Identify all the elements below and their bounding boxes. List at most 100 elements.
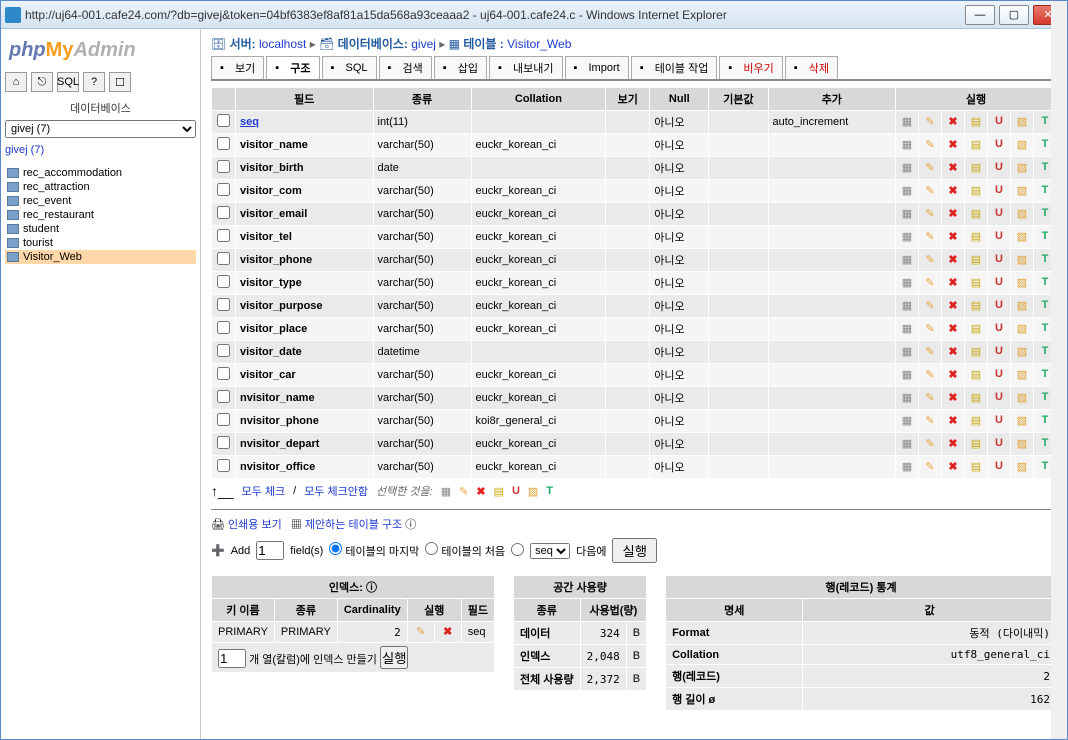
sidebar-table-rec_attraction[interactable]: rec_attraction [5,180,196,194]
browse-icon[interactable] [900,437,914,451]
row-checkbox[interactable] [217,459,230,472]
fulltext-icon[interactable] [1038,299,1052,313]
primary-selected-icon[interactable] [494,485,504,498]
edit-icon[interactable] [923,207,937,221]
edit-icon[interactable] [923,437,937,451]
index-icon[interactable] [1015,276,1029,290]
tab-삽입[interactable]: ▪삽입 [434,56,487,79]
index-icon[interactable] [1015,138,1029,152]
browse-icon[interactable] [900,345,914,359]
drop-icon[interactable] [946,207,960,221]
sidebar-table-rec_accommodation[interactable]: rec_accommodation [5,166,196,180]
browse-icon[interactable] [900,414,914,428]
edit-icon[interactable] [923,276,937,290]
exit-icon[interactable]: ⎋ [31,72,53,92]
tab-테이블 작업[interactable]: ▪테이블 작업 [631,56,718,79]
index-icon[interactable] [1015,460,1029,474]
sidebar-table-tourist[interactable]: tourist [5,236,196,250]
index-icon[interactable] [1015,299,1029,313]
browse-icon[interactable] [900,391,914,405]
index-drop-icon[interactable] [441,625,455,639]
tab-비우기[interactable]: ▪비우기 [719,56,782,79]
fulltext-icon[interactable] [1038,345,1052,359]
drop-icon[interactable] [946,115,960,129]
row-checkbox[interactable] [217,367,230,380]
unique-icon[interactable] [992,460,1006,474]
unique-icon[interactable] [992,115,1006,129]
unique-icon[interactable] [992,391,1006,405]
drop-icon[interactable] [946,253,960,267]
drop-icon[interactable] [946,391,960,405]
row-checkbox[interactable] [217,390,230,403]
docs-icon[interactable]: ? [83,72,105,92]
index-edit-icon[interactable] [414,625,428,639]
edit-icon[interactable] [923,299,937,313]
edit-icon[interactable] [923,414,937,428]
edit-icon[interactable] [923,115,937,129]
browse-icon[interactable] [900,207,914,221]
index-selected-icon[interactable] [528,485,538,498]
index-icon[interactable] [1015,230,1029,244]
row-checkbox[interactable] [217,114,230,127]
drop-icon[interactable] [946,414,960,428]
unique-icon[interactable] [992,414,1006,428]
edit-icon[interactable] [923,460,937,474]
primary-icon[interactable] [969,299,983,313]
help-icon[interactable]: ⓘ [366,582,377,594]
fulltext-icon[interactable] [1038,391,1052,405]
edit-icon[interactable] [923,345,937,359]
row-checkbox[interactable] [217,436,230,449]
tab-import[interactable]: ▪Import [565,56,629,79]
edit-selected-icon[interactable] [459,485,468,498]
browse-icon[interactable] [900,184,914,198]
browse-icon[interactable] [900,368,914,382]
browse-icon[interactable] [900,276,914,290]
home-icon[interactable]: ⌂ [5,72,27,92]
add-count-input[interactable] [256,541,284,560]
unique-icon[interactable] [992,161,1006,175]
unique-icon[interactable] [992,253,1006,267]
fulltext-icon[interactable] [1038,161,1052,175]
edit-icon[interactable] [923,368,937,382]
index-icon[interactable] [1015,322,1029,336]
edit-icon[interactable] [923,138,937,152]
propose-structure-link[interactable]: 제안하는 테이블 구조 [305,519,402,531]
fulltext-icon[interactable] [1038,115,1052,129]
row-checkbox[interactable] [217,321,230,334]
add-end-radio[interactable] [329,542,342,555]
primary-icon[interactable] [969,345,983,359]
unique-icon[interactable] [992,138,1006,152]
primary-icon[interactable] [969,184,983,198]
row-checkbox[interactable] [217,275,230,288]
primary-icon[interactable] [969,253,983,267]
index-icon[interactable] [1015,253,1029,267]
row-checkbox[interactable] [217,183,230,196]
browse-icon[interactable] [900,299,914,313]
primary-icon[interactable] [969,115,983,129]
edit-icon[interactable] [923,253,937,267]
row-checkbox[interactable] [217,344,230,357]
index-go-button[interactable]: 실행 [380,646,409,669]
row-checkbox[interactable] [217,160,230,173]
row-checkbox[interactable] [217,206,230,219]
fulltext-icon[interactable] [1038,276,1052,290]
unique-icon[interactable] [992,184,1006,198]
row-checkbox[interactable] [217,252,230,265]
unique-icon[interactable] [992,207,1006,221]
browse-icon[interactable] [900,253,914,267]
unique-icon[interactable] [992,230,1006,244]
primary-icon[interactable] [969,230,983,244]
sidebar-table-student[interactable]: student [5,222,196,236]
primary-icon[interactable] [969,138,983,152]
tab-구조[interactable]: ▪구조 [266,56,319,79]
fulltext-icon[interactable] [1038,253,1052,267]
index-icon[interactable] [1015,437,1029,451]
primary-icon[interactable] [969,161,983,175]
tab-검색[interactable]: ▪검색 [379,56,432,79]
index-icon[interactable] [1015,115,1029,129]
tab-삭제[interactable]: ▪삭제 [785,56,838,79]
drop-icon[interactable] [946,230,960,244]
fulltext-icon[interactable] [1038,184,1052,198]
edit-icon[interactable] [923,230,937,244]
db-link[interactable]: givej [411,37,436,51]
